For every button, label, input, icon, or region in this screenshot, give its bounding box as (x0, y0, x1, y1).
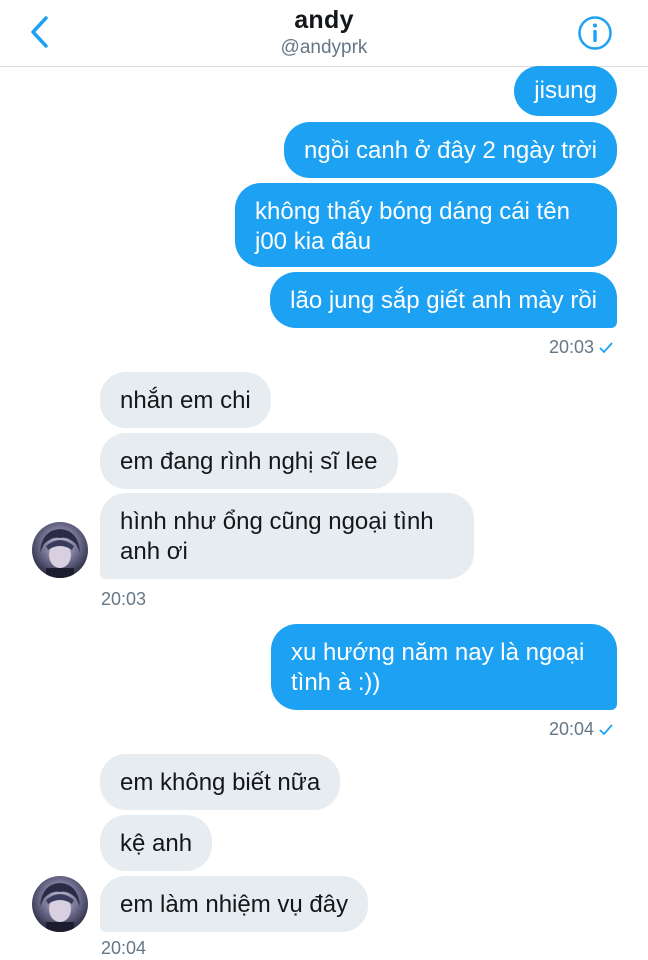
message-bubble-incoming[interactable]: em làm nhiệm vụ đây (100, 876, 369, 932)
message-bubble-incoming[interactable]: nhắn em chi (100, 372, 271, 428)
read-check-icon (599, 724, 613, 736)
message-bubble-incoming[interactable]: em không biết nữa (100, 754, 341, 810)
message-bubble-outgoing[interactable]: ngồi canh ở đây 2 ngày trời (284, 122, 617, 178)
contact-name[interactable]: andy (0, 6, 648, 35)
info-icon (578, 16, 612, 50)
message-bubble-outgoing[interactable]: không thấy bóng dáng cái tên j00 kia đâu (235, 183, 617, 267)
conversation-header: andy @andyprk (0, 0, 648, 67)
message-timestamp: 20:03 (549, 337, 614, 358)
contact-handle[interactable]: @andyprk (0, 37, 648, 59)
message-bubble-outgoing[interactable]: jisung (514, 66, 617, 116)
dm-conversation-screen: andy @andyprk jisung ngồi canh ở đây 2 n… (0, 0, 648, 960)
info-button[interactable] (577, 15, 613, 51)
message-bubble-incoming[interactable]: kệ anh (100, 815, 213, 871)
message-timestamp: 20:04 (549, 719, 614, 740)
avatar[interactable] (32, 522, 88, 578)
message-timestamp: 20:04 (101, 938, 147, 958)
read-check-icon (599, 342, 613, 354)
message-bubble-incoming[interactable]: hình như ổng cũng ngoại tình anh ơi (100, 493, 474, 579)
message-bubble-incoming[interactable]: em đang rình nghị sĩ lee (100, 433, 398, 489)
avatar[interactable] (32, 876, 88, 932)
message-bubble-outgoing[interactable]: xu hướng năm nay là ngoại tình à :)) (271, 624, 617, 710)
message-bubble-outgoing[interactable]: lão jung sắp giết anh mày rồi (270, 272, 617, 328)
message-timestamp: 20:03 (101, 589, 147, 609)
